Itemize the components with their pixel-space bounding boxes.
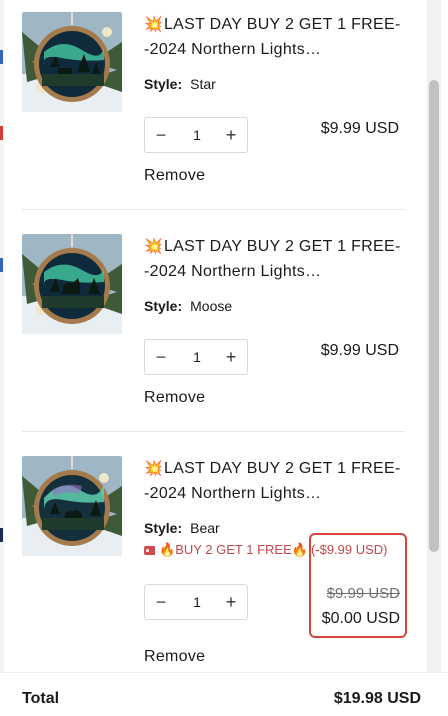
- style-label: Style:: [144, 76, 183, 92]
- edge-mark: [0, 258, 3, 272]
- explosion-icon: 💥: [144, 460, 163, 477]
- qty-plus-button[interactable]: +: [215, 585, 247, 619]
- qty-value[interactable]: 1: [181, 585, 213, 619]
- fire-icon: 🔥: [159, 542, 176, 557]
- qty-minus-button[interactable]: −: [145, 118, 177, 152]
- style-value: Star: [190, 76, 216, 92]
- remove-link[interactable]: Remove: [144, 389, 205, 407]
- final-price: $0.00 USD: [321, 610, 400, 627]
- product-title-text: LAST DAY BUY 2 GET 1 FREE--2024 Northern…: [144, 16, 401, 58]
- quantity-stepper: − 1 +: [144, 117, 248, 153]
- qty-value[interactable]: 1: [181, 118, 213, 152]
- variant-style: Style: Star: [144, 76, 216, 92]
- explosion-icon: 💥: [144, 16, 163, 33]
- qty-plus-button[interactable]: +: [215, 118, 247, 152]
- variant-style: Style: Moose: [144, 298, 232, 314]
- product-thumbnail[interactable]: [22, 12, 122, 112]
- quantity-stepper: − 1 +: [144, 339, 248, 375]
- style-value: Bear: [190, 520, 220, 536]
- item-price: $9.99 USD: [320, 120, 399, 137]
- divider: [22, 209, 405, 210]
- qty-minus-button[interactable]: −: [145, 340, 177, 374]
- fire-icon: 🔥: [291, 542, 308, 557]
- product-title[interactable]: 💥LAST DAY BUY 2 GET 1 FREE--2024 Norther…: [144, 12, 406, 62]
- quantity-stepper: − 1 +: [144, 584, 248, 620]
- scrollbar[interactable]: [427, 0, 441, 716]
- item-price: $9.99 USD: [320, 342, 399, 359]
- explosion-icon: 💥: [144, 238, 163, 255]
- left-edge-strip: [0, 0, 4, 716]
- variant-style: Style: Bear: [144, 520, 220, 536]
- product-title[interactable]: 💥LAST DAY BUY 2 GET 1 FREE--2024 Norther…: [144, 234, 406, 284]
- cart-footer: Total $19.98 USD: [0, 672, 448, 716]
- product-title[interactable]: 💥LAST DAY BUY 2 GET 1 FREE--2024 Norther…: [144, 456, 406, 506]
- product-title-text: LAST DAY BUY 2 GET 1 FREE--2024 Northern…: [144, 238, 401, 280]
- edge-mark: [0, 126, 3, 140]
- style-value: Moose: [190, 298, 233, 314]
- product-thumbnail[interactable]: [22, 456, 122, 556]
- scrollbar-thumb[interactable]: [429, 80, 439, 552]
- product-title-text: LAST DAY BUY 2 GET 1 FREE--2024 Northern…: [144, 460, 401, 502]
- total-value: $19.98 USD: [333, 690, 421, 707]
- remove-link[interactable]: Remove: [144, 648, 205, 666]
- promo-text: BUY 2 GET 1 FREE: [175, 542, 292, 557]
- style-label: Style:: [144, 520, 183, 536]
- edge-mark: [0, 50, 3, 64]
- qty-minus-button[interactable]: −: [145, 585, 177, 619]
- product-thumbnail[interactable]: [22, 234, 122, 334]
- divider: [22, 431, 405, 432]
- total-label: Total: [22, 690, 60, 707]
- qty-value[interactable]: 1: [181, 340, 213, 374]
- style-label: Style:: [144, 298, 183, 314]
- original-price: $9.99 USD: [326, 585, 400, 602]
- remove-link[interactable]: Remove: [144, 167, 205, 185]
- tag-icon: [144, 546, 155, 555]
- edge-mark: [0, 528, 3, 542]
- qty-plus-button[interactable]: +: [215, 340, 247, 374]
